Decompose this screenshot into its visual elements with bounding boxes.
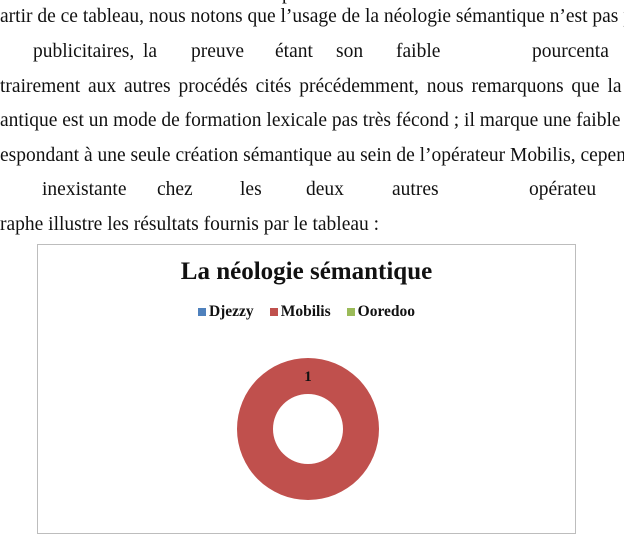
doughnut-chart: 1	[237, 358, 379, 500]
paragraph-line-3: antique est un mode de formation lexical…	[0, 110, 624, 131]
paragraph-line-1: artir de ce tableau, nous notons que l’u…	[0, 6, 624, 27]
word: publicitaires,	[33, 41, 135, 62]
word: faible	[396, 41, 441, 62]
word: autres	[392, 179, 439, 200]
word: opérateu	[529, 179, 597, 200]
word: chez	[157, 179, 193, 200]
word: pourcenta	[532, 41, 609, 62]
word: la	[143, 41, 158, 62]
word: étant	[275, 41, 313, 62]
word: les	[240, 179, 262, 200]
word: son	[336, 41, 364, 62]
data-label-mobilis: 1	[304, 369, 312, 385]
paragraph-line-4: espondant à une seule création sémantiqu…	[0, 145, 624, 166]
word: inexistante	[42, 179, 127, 200]
paragraph-line-5: raphe illustre les résultats fournis par…	[0, 214, 380, 235]
paragraph-line-2: trairement aux autres procédés cités pré…	[0, 76, 624, 97]
word: preuve	[191, 41, 245, 62]
chart-container: La néologie sémantique Djezzy Mobilis Oo…	[37, 244, 576, 534]
word: deux	[306, 179, 344, 200]
